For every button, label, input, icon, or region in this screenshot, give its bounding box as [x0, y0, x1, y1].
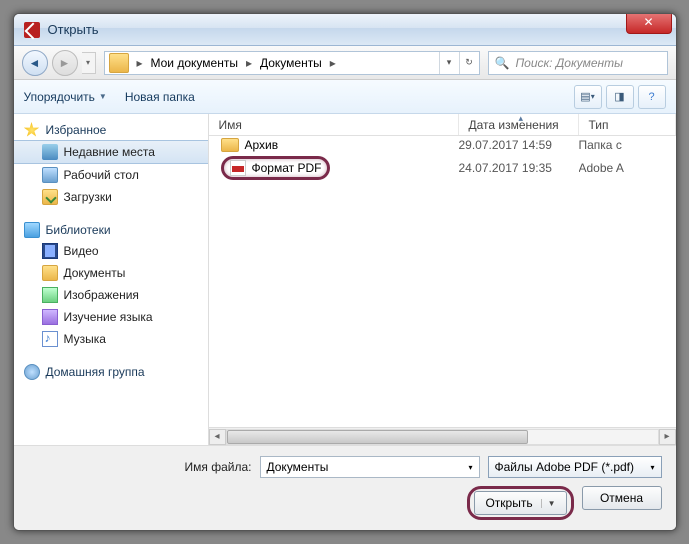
- dialog-body: Избранное Недавние места Рабочий стол За…: [14, 114, 676, 445]
- recent-icon: [42, 144, 58, 160]
- sidebar-item-music[interactable]: Музыка: [14, 328, 208, 350]
- close-button[interactable]: ✕: [626, 14, 672, 34]
- sidebar-item-language[interactable]: Изучение языка: [14, 306, 208, 328]
- music-icon: [42, 331, 58, 347]
- folder-icon: [221, 138, 239, 152]
- breadcrumb[interactable]: ▸ Мои документы ▸ Документы ▸ ▾ ↻: [104, 51, 480, 75]
- desktop-icon: [42, 167, 58, 183]
- filename-input[interactable]: Документы ▾: [260, 456, 480, 478]
- chevron-down-icon: ▼: [99, 92, 107, 101]
- highlight-marker: Формат PDF: [221, 156, 331, 180]
- folder-icon: [109, 53, 129, 73]
- sidebar-item-downloads[interactable]: Загрузки: [14, 186, 208, 208]
- column-name[interactable]: Имя: [209, 114, 459, 135]
- sidebar-item-documents[interactable]: Документы: [14, 262, 208, 284]
- help-button[interactable]: ?: [638, 85, 666, 109]
- adobe-icon: [24, 22, 40, 38]
- open-button[interactable]: Открыть ▼: [474, 491, 566, 515]
- file-row[interactable]: Формат PDF 24.07.2017 19:35 Adobe A: [209, 154, 676, 182]
- highlight-marker: Открыть ▼: [467, 486, 573, 520]
- library-icon: [24, 222, 40, 238]
- open-dialog: Открыть ✕ ◄ ► ▾ ▸ Мои документы ▸ Докуме…: [13, 13, 677, 531]
- download-icon: [42, 189, 58, 205]
- breadcrumb-refresh[interactable]: ↻: [459, 52, 479, 74]
- search-icon: 🔍: [495, 56, 510, 70]
- sidebar-item-recent[interactable]: Недавние места: [14, 140, 208, 164]
- chevron-down-icon: ▾: [468, 463, 472, 472]
- documents-icon: [42, 265, 58, 281]
- sidebar-item-video[interactable]: Видео: [14, 240, 208, 262]
- scroll-thumb[interactable]: [227, 430, 529, 444]
- search-input[interactable]: 🔍 Поиск: Документы: [488, 51, 668, 75]
- sidebar-favorites-header[interactable]: Избранное: [14, 120, 208, 140]
- sidebar-item-desktop[interactable]: Рабочий стол: [14, 164, 208, 186]
- nav-forward-button[interactable]: ►: [52, 50, 78, 76]
- file-rows: Архив 29.07.2017 14:59 Папка с Формат PD…: [209, 136, 676, 427]
- images-icon: [42, 287, 58, 303]
- filename-label: Имя файла:: [185, 460, 252, 474]
- cancel-button[interactable]: Отмена: [582, 486, 662, 510]
- organize-button[interactable]: Упорядочить ▼: [24, 90, 107, 104]
- sort-indicator-icon: ▴: [519, 113, 524, 124]
- nav-history-dropdown[interactable]: ▾: [82, 52, 96, 74]
- titlebar: Открыть ✕: [14, 14, 676, 46]
- view-options-button[interactable]: ▤ ▾: [574, 85, 602, 109]
- star-icon: [24, 122, 40, 138]
- breadcrumb-dropdown[interactable]: ▾: [439, 52, 459, 74]
- homegroup-icon: [24, 364, 40, 380]
- column-headers: Имя Дата изменения Тип: [209, 114, 676, 136]
- file-list: ▴ Имя Дата изменения Тип Архив 29.07.201…: [209, 114, 676, 445]
- file-row[interactable]: Архив 29.07.2017 14:59 Папка с: [209, 136, 676, 154]
- toolbar: Упорядочить ▼ Новая папка ▤ ▾ ◨ ?: [14, 80, 676, 114]
- language-icon: [42, 309, 58, 325]
- pdf-icon: [230, 160, 246, 176]
- chevron-down-icon: ▼: [541, 499, 556, 508]
- breadcrumb-seg-1[interactable]: Мои документы: [147, 52, 242, 74]
- window-title: Открыть: [48, 22, 99, 37]
- chevron-down-icon: ▾: [650, 463, 654, 472]
- new-folder-button[interactable]: Новая папка: [125, 90, 195, 104]
- sidebar: Избранное Недавние места Рабочий стол За…: [14, 114, 209, 445]
- filetype-select[interactable]: Файлы Adobe PDF (*.pdf) ▾: [488, 456, 662, 478]
- video-icon: [42, 243, 58, 259]
- navbar: ◄ ► ▾ ▸ Мои документы ▸ Документы ▸ ▾ ↻ …: [14, 46, 676, 80]
- horizontal-scrollbar[interactable]: ◂ ▸: [209, 427, 676, 445]
- sidebar-libraries-header[interactable]: Библиотеки: [14, 220, 208, 240]
- scroll-left-arrow[interactable]: ◂: [209, 429, 226, 445]
- breadcrumb-seg-2[interactable]: Документы: [256, 52, 326, 74]
- dialog-footer: Имя файла: Документы ▾ Файлы Adobe PDF (…: [14, 445, 676, 530]
- sidebar-item-images[interactable]: Изображения: [14, 284, 208, 306]
- search-placeholder: Поиск: Документы: [515, 56, 623, 70]
- nav-back-button[interactable]: ◄: [22, 50, 48, 76]
- sidebar-homegroup-header[interactable]: Домашняя группа: [14, 362, 208, 382]
- preview-pane-button[interactable]: ◨: [606, 85, 634, 109]
- column-type[interactable]: Тип: [579, 114, 676, 135]
- scroll-right-arrow[interactable]: ▸: [659, 429, 676, 445]
